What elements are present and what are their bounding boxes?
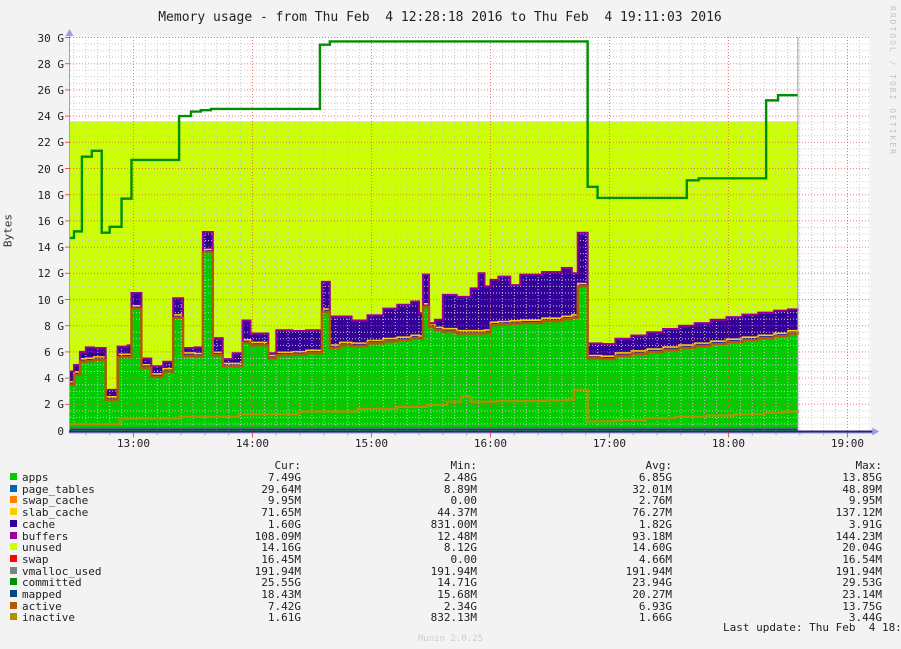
legend-swatch-vmalloc_used bbox=[10, 567, 17, 574]
y-tick-label: 0 bbox=[0, 425, 64, 438]
munin-version: Munin 2.0.25 bbox=[0, 634, 901, 644]
legend-swatch-apps bbox=[10, 473, 17, 480]
x-tick-label: 17:00 bbox=[579, 437, 639, 450]
y-tick-label: 8 G bbox=[0, 320, 64, 333]
y-tick-label: 20 G bbox=[0, 163, 64, 176]
y-tick-label: 30 G bbox=[0, 32, 64, 45]
x-tick-label: 14:00 bbox=[222, 437, 282, 450]
y-tick-label: 6 G bbox=[0, 346, 64, 359]
x-tick-label: 19:00 bbox=[817, 437, 877, 450]
legend-swatch-swap_cache bbox=[10, 496, 17, 503]
legend-cur-value: 1.61G bbox=[141, 611, 301, 624]
x-tick-label: 18:00 bbox=[698, 437, 758, 450]
x-tick-label: 16:00 bbox=[460, 437, 520, 450]
y-tick-label: 24 G bbox=[0, 110, 64, 123]
legend-swatch-swap bbox=[10, 555, 17, 562]
legend-swatch-mapped bbox=[10, 590, 17, 597]
y-tick-label: 4 G bbox=[0, 372, 64, 385]
legend-avg-value: 1.66G bbox=[512, 611, 672, 624]
legend-swatch-unused bbox=[10, 543, 17, 550]
y-tick-label: 26 G bbox=[0, 84, 64, 97]
legend-swatch-page_tables bbox=[10, 485, 17, 492]
x-tick-label: 13:00 bbox=[103, 437, 163, 450]
y-tick-label: 10 G bbox=[0, 294, 64, 307]
legend-label: inactive bbox=[22, 611, 75, 624]
y-tick-label: 22 G bbox=[0, 136, 64, 149]
x-tick-label: 15:00 bbox=[341, 437, 401, 450]
y-tick-label: 16 G bbox=[0, 215, 64, 228]
y-tick-label: 18 G bbox=[0, 189, 64, 202]
last-update: Last update: Thu Feb 4 18:35:22 2016 bbox=[723, 621, 883, 634]
legend-swatch-slab_cache bbox=[10, 508, 17, 515]
y-tick-label: 14 G bbox=[0, 241, 64, 254]
legend-swatch-committed bbox=[10, 578, 17, 585]
legend-min-value: 832.13M bbox=[317, 611, 477, 624]
legend-swatch-buffers bbox=[10, 532, 17, 539]
y-tick-label: 12 G bbox=[0, 267, 64, 280]
y-tick-label: 28 G bbox=[0, 58, 64, 71]
legend-swatch-active bbox=[10, 602, 17, 609]
legend-swatch-inactive bbox=[10, 613, 17, 620]
legend-swatch-cache bbox=[10, 520, 17, 527]
y-tick-label: 2 G bbox=[0, 398, 64, 411]
munin-memory-graph: Memory usage - from Thu Feb 4 12:28:18 2… bbox=[0, 0, 901, 649]
